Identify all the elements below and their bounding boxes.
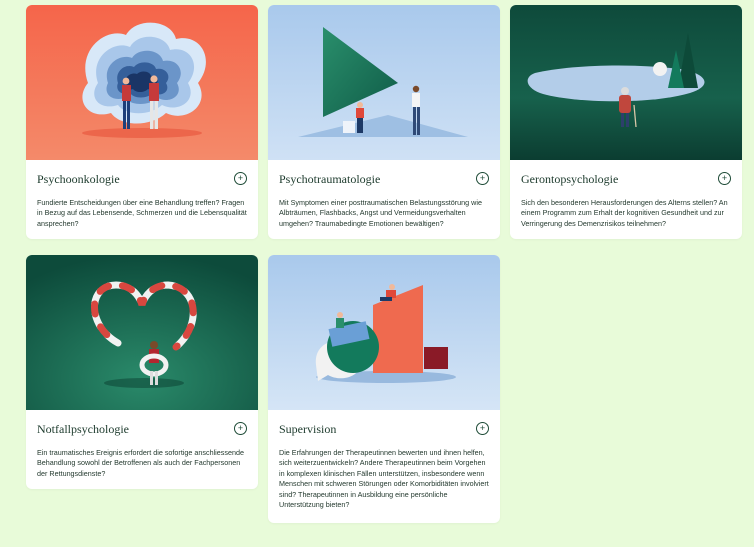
plus-circle-icon[interactable]: + bbox=[234, 422, 247, 435]
plus-circle-icon[interactable]: + bbox=[476, 422, 489, 435]
plus-circle-icon[interactable]: + bbox=[234, 172, 247, 185]
card-title: Gerontopsychologie bbox=[521, 172, 619, 186]
psychotraumatologie-illustration bbox=[268, 5, 500, 160]
gerontopsychologie-illustration bbox=[510, 5, 742, 160]
notfallpsychologie-illustration bbox=[26, 255, 258, 410]
card-title: Notfallpsychologie bbox=[37, 422, 129, 436]
supervision-illustration bbox=[268, 255, 500, 410]
card-title: Psychotraumatologie bbox=[279, 172, 381, 186]
card-title: Supervision bbox=[279, 422, 337, 436]
card-description: Sich den besonderen Herausforderungen de… bbox=[521, 198, 728, 228]
card-supervision[interactable]: Supervision + Die Erfahrungen der Therap… bbox=[268, 255, 500, 523]
plus-circle-icon[interactable]: + bbox=[718, 172, 731, 185]
plus-circle-icon[interactable]: + bbox=[476, 172, 489, 185]
card-gerontopsychologie[interactable]: Gerontopsychologie + Sich den besonderen… bbox=[510, 5, 742, 239]
psychoonkologie-illustration bbox=[26, 5, 258, 160]
card-description: Mit Symptomen einer posttraumatischen Be… bbox=[279, 198, 482, 228]
card-psychoonkologie[interactable]: Psychoonkologie + Fundierte Entscheidung… bbox=[26, 5, 258, 239]
card-title: Psychoonkologie bbox=[37, 172, 120, 186]
card-notfallpsychologie[interactable]: Notfallpsychologie + Ein traumatisches E… bbox=[26, 255, 258, 489]
card-description: Ein traumatisches Ereignis erfordert die… bbox=[37, 448, 244, 478]
card-description: Fundierte Entscheidungen über eine Behan… bbox=[37, 198, 247, 228]
card-psychotraumatologie[interactable]: Psychotraumatologie + Mit Symptomen eine… bbox=[268, 5, 500, 239]
card-description: Die Erfahrungen der Therapeutinnen bewer… bbox=[279, 448, 489, 510]
